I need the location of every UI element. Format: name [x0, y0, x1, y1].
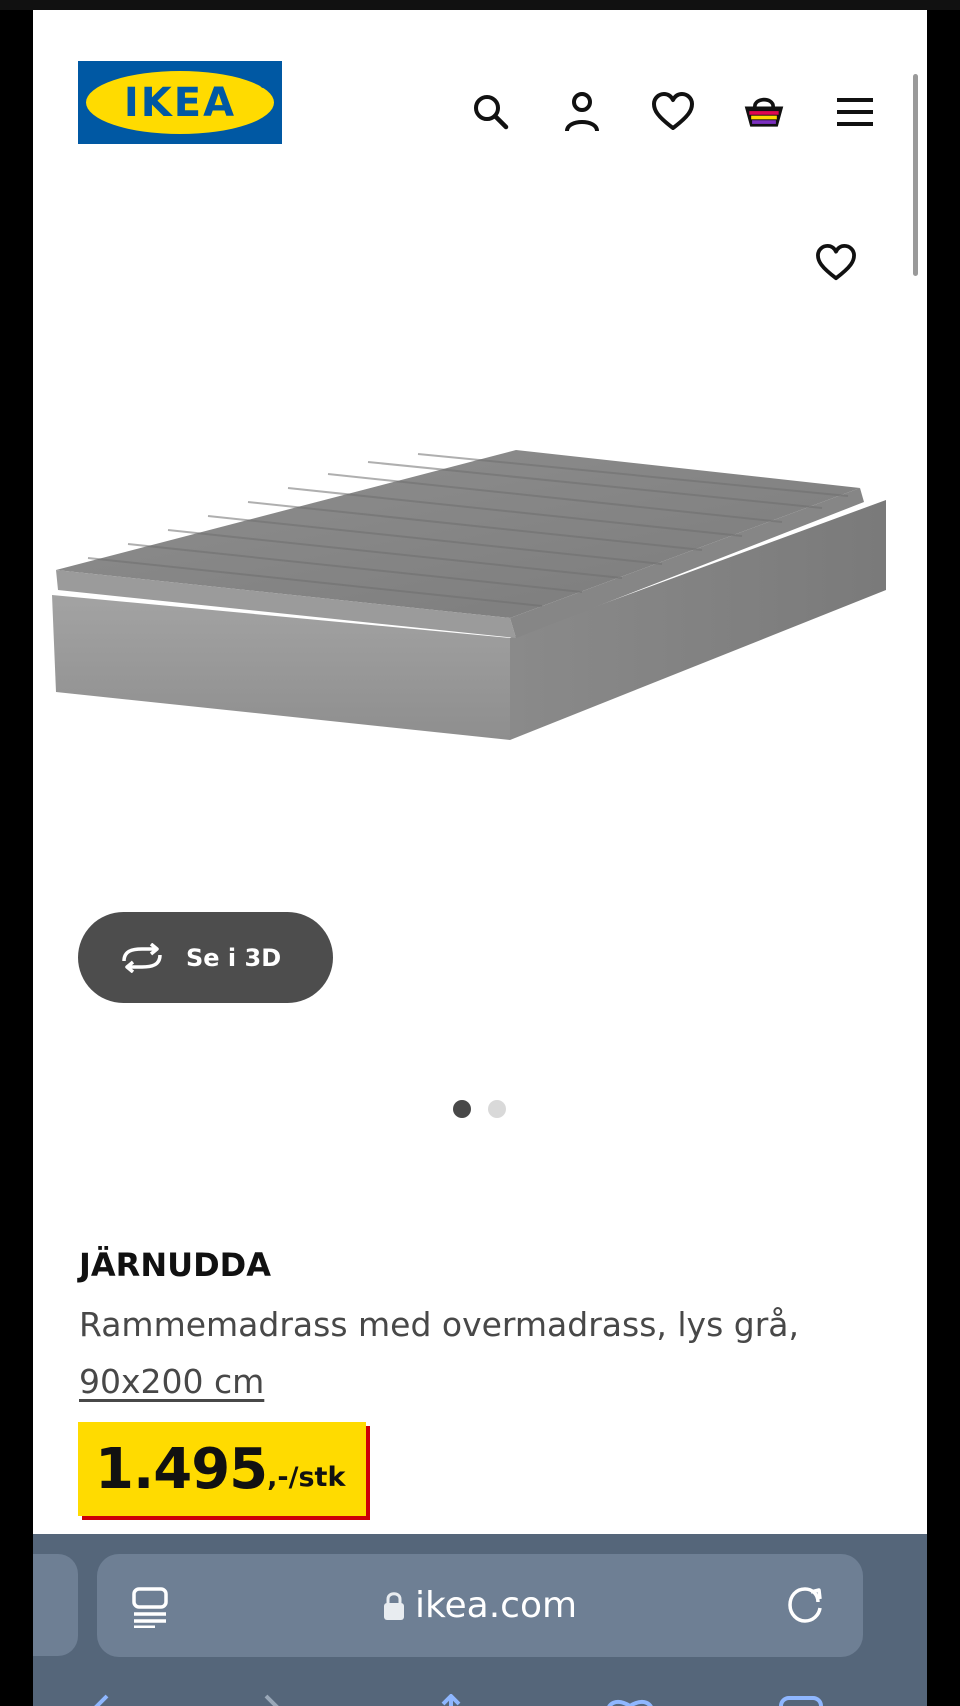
add-to-wishlist-icon[interactable]	[813, 240, 859, 286]
status-bar-strip	[0, 0, 960, 10]
cart-icon[interactable]	[742, 88, 786, 136]
web-page: IKEA ® Se i 3D JÄRNUDDA Rammemadrass med…	[33, 10, 927, 1706]
carousel-dot-1[interactable]	[453, 1100, 471, 1118]
view-3d-button[interactable]: Se i 3D	[78, 912, 333, 1003]
wishlist-icon[interactable]	[651, 88, 695, 136]
bookmarks-icon[interactable]	[603, 1694, 657, 1706]
page-scrollbar[interactable]	[913, 74, 918, 276]
browser-toolbar: ikea.com	[33, 1534, 927, 1706]
view-3d-label: Se i 3D	[186, 943, 282, 972]
address-bar[interactable]: ikea.com	[97, 1554, 863, 1657]
product-name: JÄRNUDDA	[79, 1246, 271, 1284]
price-value: 1.495	[95, 1436, 268, 1502]
product-description: Rammemadrass med overmadrass, lys grå,	[79, 1305, 799, 1344]
url-text: ikea.com	[414, 1585, 578, 1626]
url-display[interactable]: ikea.com	[97, 1554, 863, 1657]
registered-mark: ®	[259, 81, 268, 91]
product-image[interactable]	[48, 430, 908, 820]
price-suffix: ,-/stk	[267, 1461, 346, 1493]
share-icon[interactable]	[431, 1693, 471, 1706]
tabs-icon[interactable]	[773, 1694, 827, 1706]
rotate-3d-icon	[122, 942, 162, 973]
product-description-block: Rammemadrass med overmadrass, lys grå, 9…	[79, 1296, 869, 1410]
carousel-dots	[453, 1100, 506, 1118]
search-icon[interactable]	[469, 88, 513, 136]
reload-icon[interactable]	[785, 1584, 827, 1630]
ikea-logo[interactable]: IKEA ®	[78, 61, 282, 144]
price-tag: 1.495 ,-/stk	[78, 1422, 366, 1516]
account-icon[interactable]	[560, 88, 604, 136]
menu-icon[interactable]	[833, 88, 877, 136]
previous-tab-preview[interactable]	[33, 1554, 78, 1656]
product-size-link[interactable]: 90x200 cm	[79, 1362, 264, 1401]
carousel-dot-2[interactable]	[488, 1100, 506, 1118]
logo-text: IKEA	[123, 79, 237, 126]
lock-icon	[383, 1591, 404, 1620]
forward-icon[interactable]	[258, 1694, 288, 1706]
back-icon[interactable]	[85, 1694, 115, 1706]
